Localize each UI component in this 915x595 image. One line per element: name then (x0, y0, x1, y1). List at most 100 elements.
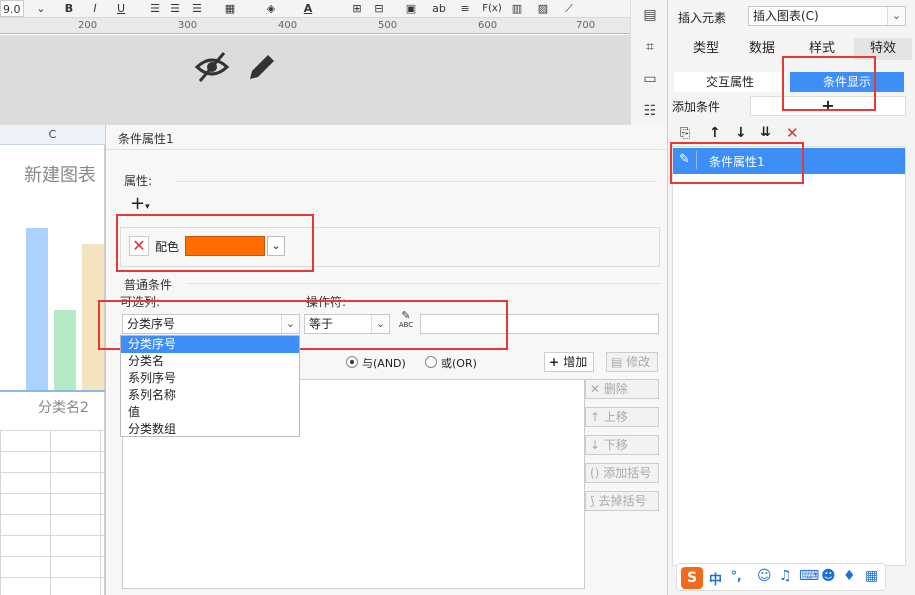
user-icon[interactable]: ☻ (821, 568, 836, 584)
properties-icon[interactable]: ▤ (641, 6, 659, 24)
chart-axis (0, 390, 105, 392)
horizontal-ruler: 200 300 400 500 600 700 (0, 18, 630, 34)
dropdown-option[interactable]: 分类序号 (121, 336, 299, 353)
ime-toolbar: S 中 °, ☺ ♫ ⌨ ☻ ♦ ▦ (676, 563, 886, 591)
formula-icon[interactable]: F(x) (482, 0, 502, 17)
conditions-divider (186, 283, 660, 284)
paragraph-icon[interactable]: ≡ (458, 0, 472, 17)
dropdown-option[interactable]: 分类数组 (121, 421, 299, 438)
move-up-button-label: 上移 (603, 410, 628, 424)
ruler-mark: 700 (576, 20, 596, 31)
ruler-mark: 600 (478, 20, 498, 31)
bracket-icon: () (590, 466, 604, 480)
dropdown-option[interactable]: 系列序号 (121, 370, 299, 387)
report-canvas (0, 35, 630, 125)
insert-chart-value: 插入图表(C) (753, 9, 819, 23)
font-size-field[interactable]: 9.0 (0, 0, 24, 17)
stack-icon[interactable]: ☷ (641, 102, 659, 120)
slash-icon[interactable]: ⟋ (560, 0, 578, 17)
text-icon[interactable]: ab (430, 0, 448, 17)
or-label: 或(OR) (441, 357, 477, 370)
add-bracket-button[interactable]: () 添加括号 (585, 463, 659, 483)
add-condition-label: 添加条件 (672, 100, 721, 114)
highlight-box (116, 214, 314, 272)
font-size-dropdown-icon[interactable]: ⌄ (34, 0, 48, 17)
edit-pencil-icon[interactable] (244, 49, 280, 85)
side-icon-strip: ▤ ⌗ ▭ ☷ (630, 0, 668, 125)
chevron-down-icon[interactable]: ⌄ (887, 7, 905, 25)
add-attribute-icon[interactable]: +▾ (130, 195, 160, 215)
ruler-mark: 500 (378, 20, 398, 31)
category-label: 分类名2 (38, 400, 89, 416)
chart-bar (54, 310, 76, 390)
border-icon[interactable]: ▦ (222, 0, 238, 17)
column-header[interactable]: C (0, 125, 105, 145)
modify-icon: ▤ (611, 355, 627, 369)
or-radio[interactable] (425, 356, 437, 368)
add-button[interactable]: + 增加 (544, 352, 594, 372)
font-color-icon[interactable]: A (300, 0, 316, 17)
remove-bracket-button[interactable]: ⟆ 去掉括号 (585, 491, 659, 511)
add-bracket-button-label: 添加括号 (603, 466, 652, 480)
attributes-label: 属性: (124, 174, 153, 188)
hide-icon[interactable] (194, 49, 230, 85)
ime-mode[interactable]: 中 (709, 569, 722, 588)
remove-bracket-icon: ⟆ (590, 494, 599, 508)
arrow-up-icon[interactable]: ↑ (709, 125, 721, 141)
chart-bar (26, 228, 48, 390)
split-icon[interactable]: ⊟ (372, 0, 386, 17)
and-radio[interactable] (346, 356, 358, 368)
move-down-button-label: 下移 (603, 438, 628, 452)
bold-button[interactable]: B (62, 0, 76, 17)
underline-button[interactable]: U (114, 0, 128, 17)
arrow-up-icon: ↑ (590, 410, 604, 424)
ime-logo-icon[interactable]: S (681, 567, 703, 589)
move-bottom-icon[interactable]: ⇊ (760, 125, 771, 140)
image-icon[interactable]: ▨ (534, 0, 552, 17)
tab-interaction[interactable]: 交互属性 (674, 72, 786, 92)
dropdown-option[interactable]: 分类名 (121, 353, 299, 370)
dropdown-option[interactable]: 值 (121, 404, 299, 421)
chart-icon[interactable]: ▥ (508, 0, 526, 17)
arrow-down-icon[interactable]: ↓ (735, 125, 747, 141)
crop-icon[interactable]: ⌗ (641, 38, 659, 56)
italic-button[interactable]: I (88, 0, 102, 17)
highlight-box (670, 142, 804, 184)
and-label: 与(AND) (362, 357, 406, 370)
fill-color-icon[interactable]: ◈ (262, 0, 280, 17)
move-up-button[interactable]: ↑ 上移 (585, 407, 659, 427)
cell-grid[interactable] (0, 430, 105, 595)
mic-icon[interactable]: ♫ (779, 568, 792, 584)
keyboard-icon[interactable]: ⌨ (799, 568, 819, 584)
insert-icon[interactable]: ▣ (404, 0, 418, 17)
dropdown-option[interactable]: 系列名称 (121, 387, 299, 404)
align-left-icon[interactable]: ☰ (148, 0, 162, 17)
delete-icon[interactable]: ✕ (786, 124, 799, 142)
skin-icon[interactable]: ♦ (843, 568, 856, 584)
copy-icon[interactable]: ⎘ (680, 126, 690, 141)
modify-button-label: 修改 (626, 355, 651, 369)
add-button-label: 增加 (563, 355, 588, 369)
modify-button[interactable]: ▤ 修改 (606, 352, 658, 372)
spreadsheet-area: C 新建图表 分类名2 (0, 125, 105, 595)
tab-type[interactable]: 类型 (678, 38, 734, 60)
plus-icon: + (549, 355, 564, 369)
attributes-divider (176, 181, 656, 182)
grid-icon[interactable]: ▦ (865, 568, 878, 584)
align-center-icon[interactable]: ☰ (168, 0, 182, 17)
ruler-mark: 200 (78, 20, 98, 31)
align-right-icon[interactable]: ☰ (190, 0, 204, 17)
remove-bracket-button-label: 去掉括号 (598, 494, 647, 508)
widget-icon[interactable]: ▭ (641, 70, 659, 88)
condition-list: ✎ 条件属性1 (672, 146, 906, 566)
move-down-button[interactable]: ↓ 下移 (585, 435, 659, 455)
insert-chart-select[interactable]: 插入图表(C) ⌄ (748, 6, 906, 26)
emoji-icon[interactable]: ☺ (757, 568, 772, 584)
ime-punct[interactable]: °, (731, 569, 742, 583)
highlight-box (782, 56, 876, 111)
delete-button[interactable]: ✕ 删除 (585, 379, 659, 399)
ruler-mark: 300 (178, 20, 198, 31)
merge-icon[interactable]: ⊞ (350, 0, 364, 17)
insert-element-label: 插入元素 (678, 11, 727, 25)
title-divider (106, 149, 668, 150)
